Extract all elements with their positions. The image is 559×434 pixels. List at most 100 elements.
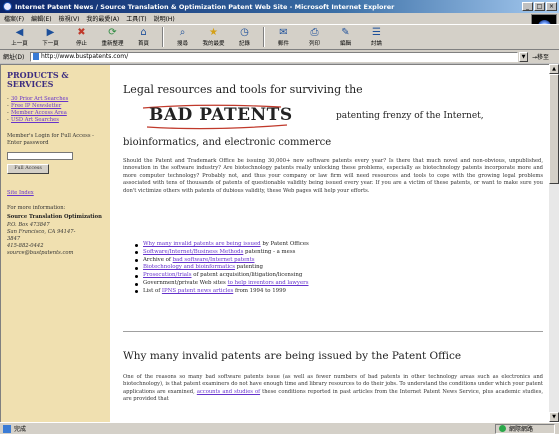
zone-label: 網際網路 bbox=[509, 426, 534, 433]
menu-view[interactable]: 檢視(V) bbox=[59, 14, 80, 23]
list-item-text: by Patent Offices bbox=[260, 241, 309, 247]
headline-part-2: patenting frenzy of the Internet, bbox=[336, 111, 484, 121]
discuss-icon: ☰ bbox=[372, 27, 381, 38]
address-bar: 網址(D) http://www.bustpatents.com/ ▼ →移至 bbox=[0, 50, 559, 63]
maximize-button[interactable]: □ bbox=[534, 2, 545, 11]
go-button[interactable]: →移至 bbox=[532, 52, 549, 61]
favorites-button[interactable]: ★ 我的最愛 bbox=[198, 25, 229, 49]
link-ipns-articles[interactable]: IPNS patent news articles bbox=[162, 288, 233, 294]
favorites-icon: ★ bbox=[209, 27, 218, 38]
home-button[interactable]: ⌂ 首頁 bbox=[128, 25, 159, 49]
login-instructions: Member's Login for Full Access - Enter p… bbox=[7, 132, 94, 146]
edit-button[interactable]: ✎ 編輯 bbox=[330, 25, 361, 49]
section-heading: Why many invalid patents are being issue… bbox=[123, 350, 462, 362]
contact-intro: For more information: bbox=[7, 204, 66, 211]
sidebar-link-item: 30 Prior Art Searches bbox=[7, 96, 106, 103]
list-item: Government/private Web sites to help inv… bbox=[135, 280, 535, 288]
address-dropdown-button[interactable]: ▼ bbox=[519, 51, 528, 62]
list-item-text: List of bbox=[143, 287, 162, 294]
password-input[interactable] bbox=[7, 151, 73, 160]
scroll-thumb[interactable] bbox=[549, 74, 559, 184]
menu-favorites[interactable]: 我的最愛(A) bbox=[86, 14, 119, 23]
window-title-bar[interactable]: Internet Patent News / Source Translatio… bbox=[0, 0, 559, 13]
menu-tools[interactable]: 工具(T) bbox=[126, 14, 146, 23]
back-arrow-icon: ◀ bbox=[15, 27, 24, 38]
home-icon: ⌂ bbox=[140, 27, 147, 38]
list-item: Prosecution/trials of patent acquisition… bbox=[135, 272, 535, 280]
close-button[interactable]: × bbox=[546, 2, 557, 11]
done-page-icon bbox=[3, 424, 11, 433]
address-label: 網址(D) bbox=[3, 54, 25, 61]
sidebar-link-art-searches[interactable]: USD Art Searches bbox=[11, 117, 59, 123]
sidebar-link-member-area[interactable]: Member Access Area bbox=[11, 110, 67, 116]
refresh-label: 重新整理 bbox=[101, 41, 124, 47]
favorites-label: 我的最愛 bbox=[202, 41, 225, 47]
section-paragraph: One of the reasons so many bad software … bbox=[123, 374, 543, 404]
link-invalid-patents[interactable]: Why many invalid patents are being issue… bbox=[143, 241, 261, 247]
stop-label: 停止 bbox=[75, 41, 87, 47]
address-line: 415-882-0442 bbox=[7, 242, 44, 249]
mail-icon: ✉ bbox=[279, 27, 288, 38]
sidebar-link-item: Member Access Area bbox=[7, 110, 106, 117]
internet-globe-icon bbox=[499, 425, 506, 432]
site-index-link[interactable]: Site Index bbox=[7, 190, 106, 197]
toolbar-separator bbox=[263, 27, 265, 47]
list-item-text: of patent acquisition/litigation/licensi… bbox=[191, 272, 303, 279]
sidebar-link-item: USD Art Searches bbox=[7, 117, 106, 124]
back-button[interactable]: ◀ 上一頁 bbox=[4, 25, 35, 49]
sidebar: PRODUCTS & SERVICES 30 Prior Art Searche… bbox=[1, 65, 110, 422]
stop-icon: ✖ bbox=[77, 27, 86, 38]
menu-help[interactable]: 說明(H) bbox=[154, 14, 175, 23]
contact-address: P.O. Box 473847 San Francisco, CA 94147-… bbox=[7, 222, 106, 257]
stop-button[interactable]: ✖ 停止 bbox=[66, 25, 97, 49]
search-button[interactable]: ⌕ 搜尋 bbox=[167, 25, 198, 49]
link-bad-patents-archive[interactable]: bad software/Internet patents bbox=[173, 257, 255, 263]
forward-arrow-icon: ▶ bbox=[46, 27, 55, 38]
scroll-up-button[interactable]: ▲ bbox=[549, 64, 559, 74]
menu-bar: 檔案(F) 編輯(E) 檢視(V) 我的最愛(A) 工具(T) 說明(H) bbox=[0, 13, 559, 24]
list-item-text: patenting - a mess bbox=[243, 248, 296, 255]
resource-list: Why many invalid patents are being issue… bbox=[135, 241, 535, 296]
sidebar-link-newsletter[interactable]: Free IP Newsletter bbox=[11, 103, 61, 109]
history-button[interactable]: ◷ 記錄 bbox=[229, 25, 260, 49]
address-input[interactable]: http://www.bustpatents.com/ bbox=[30, 51, 518, 62]
print-label: 列印 bbox=[308, 41, 320, 47]
list-item-text: Archive of bbox=[143, 256, 173, 263]
print-button[interactable]: ⎙ 列印 bbox=[299, 25, 330, 49]
contact-org: Source Translation Optimization bbox=[7, 213, 102, 220]
menu-file[interactable]: 檔案(F) bbox=[4, 14, 24, 23]
discuss-button[interactable]: ☰ 討論 bbox=[361, 25, 392, 49]
link-accounts-studies[interactable]: accounts and studies of bbox=[197, 389, 260, 395]
vertical-scrollbar[interactable]: ▲ ▼ bbox=[549, 64, 559, 422]
sidebar-link-item: Free IP Newsletter bbox=[7, 103, 106, 110]
sidebar-link-prior-art[interactable]: 30 Prior Art Searches bbox=[11, 96, 68, 102]
list-item-text: Government/private Web sites bbox=[143, 280, 228, 287]
headline-part-3: bioinformatics, and electronic commerce bbox=[123, 137, 332, 148]
list-item: Biotechnology and bioinformatics patenti… bbox=[135, 264, 535, 272]
link-biotech[interactable]: Biotechnology and bioinformatics bbox=[143, 264, 235, 270]
link-prosecution[interactable]: Prosecution/trials bbox=[143, 272, 192, 278]
refresh-button[interactable]: ⟳ 重新整理 bbox=[97, 25, 128, 49]
edit-icon: ✎ bbox=[341, 27, 350, 38]
address-url: http://www.bustpatents.com/ bbox=[41, 53, 129, 60]
full-access-button[interactable]: Full Access bbox=[7, 163, 49, 174]
headline-part-1: Legal resources and tools for surviving … bbox=[123, 83, 363, 96]
link-software-patenting[interactable]: Software/Internet/Business Methods bbox=[143, 249, 243, 255]
menu-edit[interactable]: 編輯(E) bbox=[31, 14, 51, 23]
section-divider bbox=[123, 331, 543, 333]
contact-email[interactable]: source@bustpatents.com bbox=[7, 250, 106, 257]
status-text: 完成 bbox=[14, 426, 27, 433]
minimize-button[interactable]: _ bbox=[522, 2, 533, 11]
toolbar-separator bbox=[162, 27, 164, 47]
scroll-down-button[interactable]: ▼ bbox=[549, 412, 559, 422]
forward-label: 下一頁 bbox=[42, 41, 59, 47]
forward-button[interactable]: ▶ 下一頁 bbox=[35, 25, 66, 49]
mail-label: 郵件 bbox=[277, 41, 289, 47]
back-label: 上一頁 bbox=[11, 41, 28, 47]
mail-button[interactable]: ✉ 郵件 bbox=[268, 25, 299, 49]
sidebar-heading: PRODUCTS & SERVICES bbox=[7, 70, 69, 89]
window-controls: _ □ × bbox=[522, 2, 557, 11]
history-label: 記錄 bbox=[238, 41, 250, 47]
list-item-text: patenting bbox=[234, 264, 263, 271]
link-help-inventors[interactable]: to help inventors and lawyers bbox=[227, 280, 308, 286]
